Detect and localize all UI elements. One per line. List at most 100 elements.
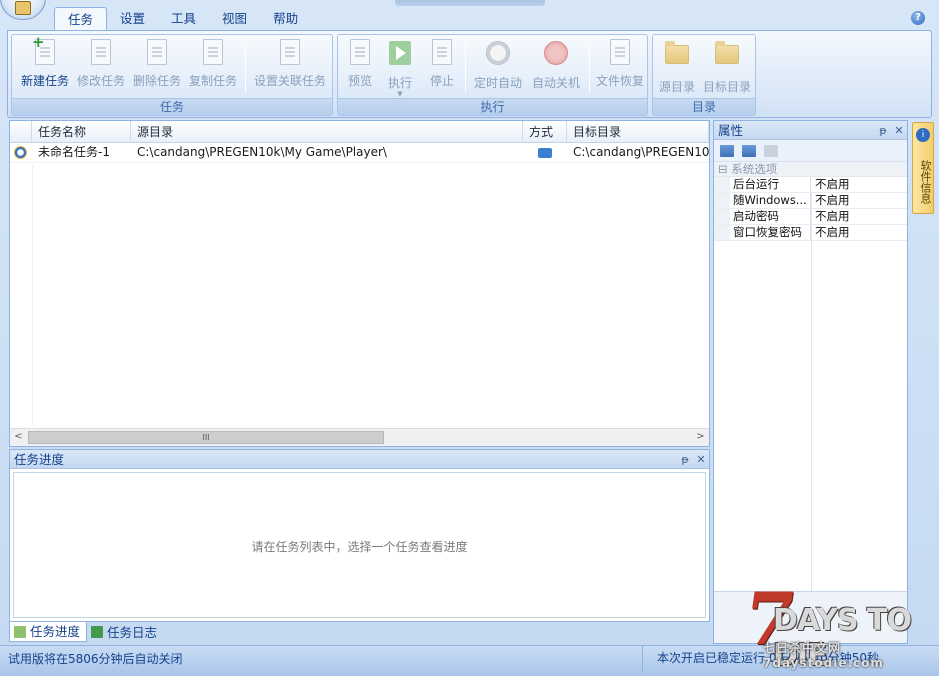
play-icon — [389, 41, 411, 65]
property-value[interactable]: 不启用 — [811, 225, 907, 240]
task-progress-panel: 任务进度 ᵽ ✕ 请在任务列表中，选择一个任务查看进度 — [9, 449, 710, 622]
property-key: 启动密码 — [714, 209, 811, 224]
group-label-task: 任务 — [12, 98, 332, 115]
delete-task-button[interactable]: 删除任务 — [130, 39, 184, 97]
ribbon-panel: + 新建任务 修改任务 删除任务 复制任务 设置关联任务 任务 预览 执行 ▼ … — [7, 30, 932, 118]
save-icon[interactable] — [764, 144, 778, 157]
property-value[interactable]: 不启用 — [811, 177, 907, 192]
progress-hint: 请在任务列表中，选择一个任务查看进度 — [251, 540, 468, 554]
target-dir-button[interactable]: 目标目录 — [700, 39, 754, 97]
target-dir-cell: C:\candang\PREGEN10k\ — [573, 145, 709, 159]
progress-title: 任务进度 — [14, 452, 65, 467]
collapse-icon[interactable]: ⊟ — [718, 162, 728, 176]
task-list: 任务名称 源目录 方式 目标目录 未命名任务-1 C:\candang\PREG… — [9, 120, 710, 447]
app-icon — [15, 1, 31, 15]
tab-help[interactable]: 帮助 — [260, 7, 311, 31]
task-clock-icon — [14, 146, 27, 159]
new-task-button[interactable]: + 新建任务 — [18, 35, 72, 97]
property-category[interactable]: ⊟ 系统选项 — [714, 162, 907, 177]
linked-document-icon — [280, 39, 300, 65]
column-header-source[interactable]: 源目录 — [131, 121, 523, 142]
app-menu-button[interactable] — [0, 0, 46, 20]
property-value[interactable]: 不启用 — [811, 209, 907, 224]
clock-icon — [486, 41, 510, 65]
software-info-label: 软件信息 — [919, 160, 932, 204]
property-divider — [811, 193, 812, 591]
properties-title-bar: 属性 ᵽ ✕ — [714, 121, 907, 140]
uptime-status-text: 本次开启已稳定运行 0天0小时0分钟50秒 — [642, 646, 939, 672]
copy-task-button[interactable]: 复制任务 — [186, 39, 240, 97]
grid-line — [32, 165, 33, 426]
scheduled-auto-button[interactable]: 定时自动 — [470, 39, 526, 97]
property-value[interactable]: 不启用 — [811, 193, 907, 208]
header-icon-column — [10, 121, 32, 142]
source-dir-button[interactable]: 源目录 — [656, 39, 698, 97]
ribbon-separator — [589, 43, 590, 93]
scroll-right-icon[interactable]: > — [692, 429, 709, 446]
scroll-thumb[interactable]: III — [28, 431, 384, 444]
task-list-header: 任务名称 源目录 方式 目标目录 — [10, 121, 709, 143]
ribbon-group-directory: 源目录 目标目录 目录 — [652, 34, 756, 116]
execute-button[interactable]: 执行 ▼ — [382, 39, 418, 98]
properties-panel: 属性 ᵽ ✕ ⊟ 系统选项 后台运行 不启用 随Windows... 不启用 启… — [713, 120, 908, 644]
copy-document-icon — [203, 39, 223, 65]
property-row[interactable]: 后台运行 不启用 — [714, 177, 907, 193]
file-restore-button[interactable]: 文件恢复 — [594, 39, 646, 97]
title-bar-fragment — [395, 0, 545, 6]
column-header-task-name[interactable]: 任务名称 — [32, 121, 131, 142]
ribbon-separator — [245, 43, 246, 93]
edit-document-icon — [91, 39, 111, 65]
preview-button[interactable]: 预览 — [340, 39, 380, 97]
horizontal-scrollbar[interactable]: < III > — [10, 428, 709, 446]
info-icon: i — [916, 128, 930, 142]
tab-task[interactable]: 任务 — [54, 7, 108, 31]
log-book-icon — [91, 626, 104, 638]
help-icon[interactable]: ? — [911, 11, 925, 25]
edit-task-button[interactable]: 修改任务 — [74, 39, 128, 97]
table-row[interactable]: 未命名任务-1 C:\candang\PREGEN10k\My Game\Pla… — [10, 143, 709, 163]
ribbon-group-task: + 新建任务 修改任务 删除任务 复制任务 设置关联任务 任务 — [11, 34, 333, 116]
categorized-icon[interactable] — [720, 144, 734, 157]
alphabetical-icon[interactable] — [742, 144, 756, 157]
set-linked-task-button[interactable]: 设置关联任务 — [250, 39, 330, 97]
status-bar: 试用版将在5806分钟后自动关闭 本次开启已稳定运行 0天0小时0分钟50秒 — [0, 645, 939, 676]
chevron-down-icon: ▼ — [397, 90, 403, 98]
preview-icon — [350, 39, 370, 65]
property-key: 窗口恢复密码 — [714, 225, 811, 240]
delete-document-icon — [147, 39, 167, 65]
column-header-target[interactable]: 目标目录 — [567, 121, 709, 142]
stop-icon — [432, 39, 452, 65]
stop-button[interactable]: 停止 — [424, 39, 460, 97]
progress-title-bar: 任务进度 ᵽ ✕ — [10, 450, 709, 469]
pin-icon[interactable]: ᵽ — [678, 450, 692, 469]
auto-shutdown-button[interactable]: 自动关机 — [528, 39, 584, 97]
task-name-cell: 未命名任务-1 — [38, 145, 110, 159]
properties-title: 属性 — [718, 123, 744, 138]
property-key: 后台运行 — [714, 177, 811, 192]
tab-settings[interactable]: 设置 — [107, 7, 158, 31]
close-icon[interactable]: ✕ — [892, 121, 906, 140]
group-label-directory: 目录 — [653, 98, 755, 115]
close-icon[interactable]: ✕ — [694, 450, 708, 469]
property-description — [714, 591, 907, 643]
power-icon — [544, 41, 568, 65]
app-window: 任务 设置 工具 视图 帮助 ? + 新建任务 修改任务 删除任务 复制任务 设… — [0, 0, 939, 676]
property-key: 随Windows... — [714, 193, 811, 208]
ribbon-separator — [465, 43, 466, 93]
tab-task-progress[interactable]: 任务进度 — [9, 622, 88, 642]
group-label-run: 执行 — [338, 98, 647, 115]
column-header-mode[interactable]: 方式 — [523, 121, 567, 142]
tab-tools[interactable]: 工具 — [158, 7, 209, 31]
progress-icon — [14, 625, 26, 638]
restore-icon — [610, 39, 630, 65]
progress-body: 请在任务列表中，选择一个任务查看进度 — [13, 472, 706, 618]
folder-icon — [715, 41, 739, 64]
software-info-tab[interactable]: i 软件信息 — [912, 122, 934, 214]
mode-icon — [538, 148, 552, 158]
trial-status-text: 试用版将在5806分钟后自动关闭 — [8, 652, 183, 666]
tab-task-log[interactable]: 任务日志 — [87, 622, 163, 642]
scroll-left-icon[interactable]: < — [10, 429, 27, 446]
tab-view[interactable]: 视图 — [209, 7, 260, 31]
properties-toolbar — [714, 140, 907, 162]
pin-icon[interactable]: ᵽ — [876, 121, 890, 140]
